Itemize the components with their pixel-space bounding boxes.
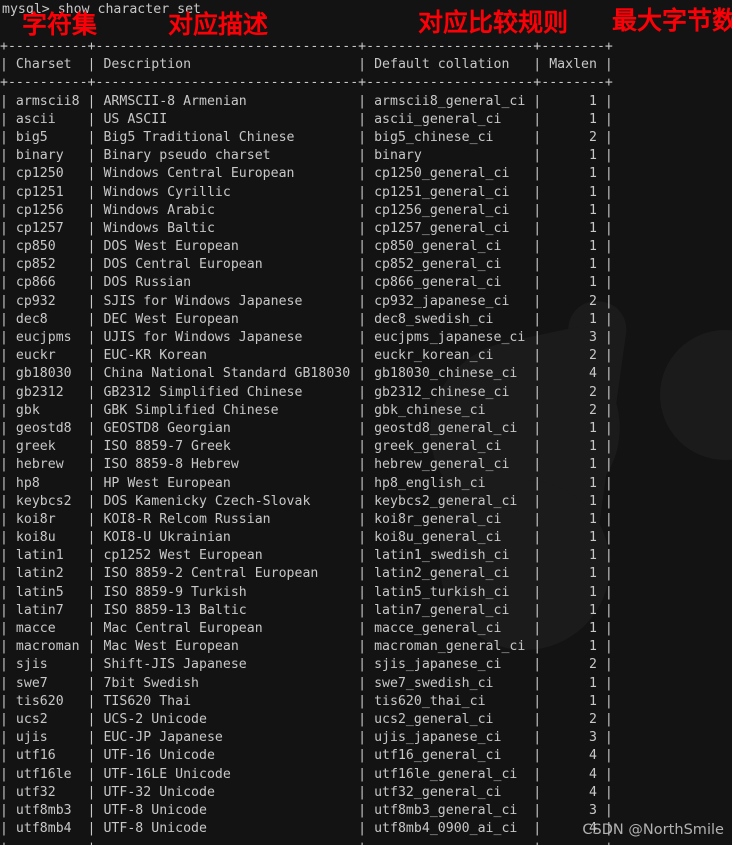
- table-row: | dec8 | DEC West European | dec8_swedis…: [0, 311, 613, 327]
- table-row: | greek | ISO 8859-7 Greek | greek_gener…: [0, 439, 613, 455]
- table-row: | koi8u | KOI8-U Ukrainian | koi8u_gener…: [0, 530, 613, 546]
- table-row: | binary | Binary pseudo charset | binar…: [0, 148, 613, 164]
- table-row: | cp866 | DOS Russian | cp866_general_ci…: [0, 275, 613, 291]
- table-row: | cp932 | SJIS for Windows Japanese | cp…: [0, 293, 613, 309]
- table-header-row: | Charset | Description | Default collat…: [0, 57, 613, 73]
- table-row: | hebrew | ISO 8859-8 Hebrew | hebrew_ge…: [0, 457, 613, 473]
- table-row: | utf8mb3 | UTF-8 Unicode | utf8mb3_gene…: [0, 802, 613, 818]
- table-row: | gb2312 | GB2312 Simplified Chinese | g…: [0, 384, 613, 400]
- table-row: | hp8 | HP West European | hp8_english_c…: [0, 475, 613, 491]
- terminal-window[interactable]: mysql> show character set +----------+--…: [0, 0, 732, 845]
- table-row: | big5 | Big5 Traditional Chinese | big5…: [0, 129, 613, 145]
- table-row: | utf32 | UTF-32 Unicode | utf32_general…: [0, 784, 613, 800]
- table-rows-container: | armscii8 | ARMSCII-8 Armenian | armsci…: [0, 93, 732, 839]
- command-prompt-line: mysql> show character set: [2, 2, 201, 17]
- table-row: | macroman | Mac West European | macroma…: [0, 639, 613, 655]
- table-top-rule: +----------+----------------------------…: [0, 39, 613, 54]
- table-row: | swe7 | 7bit Swedish | swe7_swedish_ci …: [0, 675, 613, 691]
- table-row: | ascii | US ASCII | ascii_general_ci | …: [0, 111, 613, 127]
- table-row: | sjis | Shift-JIS Japanese | sjis_japan…: [0, 657, 613, 673]
- table-row: | keybcs2 | DOS Kamenicky Czech-Slovak |…: [0, 493, 613, 509]
- table-row: | gbk | GBK Simplified Chinese | gbk_chi…: [0, 402, 613, 418]
- table-row: | cp1256 | Windows Arabic | cp1256_gener…: [0, 202, 613, 218]
- table-row: | utf16 | UTF-16 Unicode | utf16_general…: [0, 748, 613, 764]
- table-row: | geostd8 | GEOSTD8 Georgian | geostd8_g…: [0, 420, 613, 436]
- table-header-rule: +----------+----------------------------…: [0, 75, 613, 91]
- table-row: | cp1250 | Windows Central European | cp…: [0, 166, 613, 182]
- table-row: | tis620 | TIS620 Thai | tis620_thai_ci …: [0, 693, 613, 709]
- table-row: | koi8r | KOI8-R Relcom Russian | koi8r_…: [0, 511, 613, 527]
- table-row: | ujis | EUC-JP Japanese | ujis_japanese…: [0, 730, 613, 746]
- table-bottom-rule: +----------+----------------------------…: [0, 838, 732, 845]
- table-row: | ucs2 | UCS-2 Unicode | ucs2_general_ci…: [0, 711, 613, 727]
- table-row: | latin7 | ISO 8859-13 Baltic | latin7_g…: [0, 602, 613, 618]
- table-row: | gb18030 | China National Standard GB18…: [0, 366, 613, 382]
- table-row: | macce | Mac Central European | macce_g…: [0, 621, 613, 636]
- table-row: | cp852 | DOS Central European | cp852_g…: [0, 257, 613, 273]
- csdn-watermark: CSDN @NorthSmile: [582, 821, 724, 838]
- table-row: | latin1 | cp1252 West European | latin1…: [0, 548, 613, 564]
- table-row: | armscii8 | ARMSCII-8 Armenian | armsci…: [0, 93, 613, 109]
- table-row: | cp1257 | Windows Baltic | cp1257_gener…: [0, 220, 613, 236]
- table-row: | cp1251 | Windows Cyrillic | cp1251_gen…: [0, 184, 613, 200]
- table-row: | latin2 | ISO 8859-2 Central European |…: [0, 566, 613, 582]
- table-row: | euckr | EUC-KR Korean | euckr_korean_c…: [0, 348, 613, 364]
- table-row: | eucjpms | UJIS for Windows Japanese | …: [0, 330, 613, 345]
- table-row: | latin5 | ISO 8859-9 Turkish | latin5_t…: [0, 584, 613, 600]
- terminal-output: mysql> show character set +----------+--…: [0, 0, 732, 845]
- table-row: | cp850 | DOS West European | cp850_gene…: [0, 239, 613, 255]
- result-table: +----------+----------------------------…: [0, 38, 732, 845]
- table-row: | utf16le | UTF-16LE Unicode | utf16le_g…: [0, 766, 613, 782]
